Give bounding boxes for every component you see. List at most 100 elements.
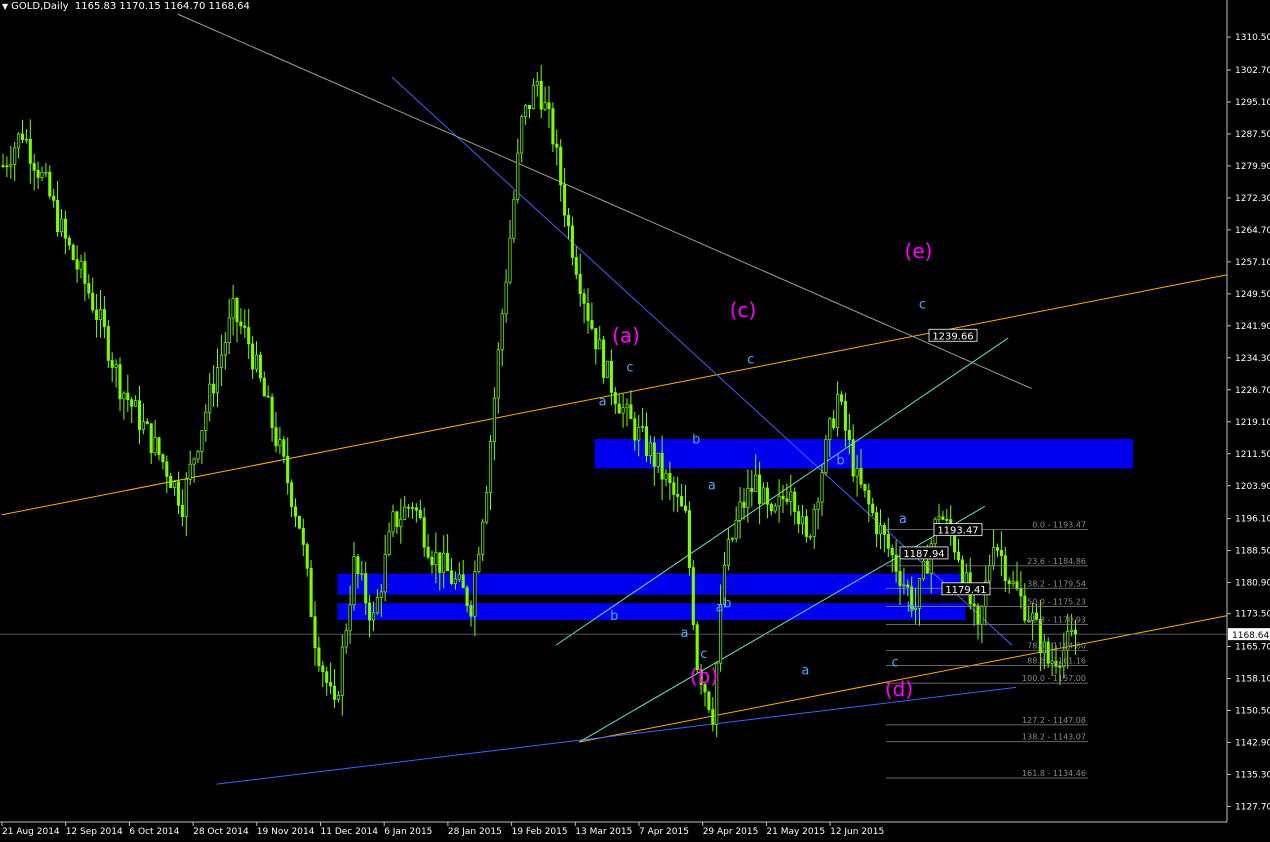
candle — [605, 360, 610, 378]
candle — [578, 253, 582, 307]
candle-body — [243, 325, 247, 328]
candle-body — [925, 560, 929, 574]
candle — [422, 507, 426, 557]
candle-body — [808, 536, 812, 538]
candle-body — [500, 313, 504, 351]
candle — [512, 190, 516, 243]
candle-body — [340, 646, 344, 696]
candle-body — [664, 473, 668, 480]
candle-body — [707, 691, 711, 710]
candle — [945, 508, 949, 525]
candle-body — [258, 354, 262, 379]
candle — [59, 209, 64, 237]
price-tick-label: 1196.10 — [1235, 515, 1270, 525]
candle-body — [680, 496, 684, 507]
candle — [1015, 561, 1019, 591]
candle — [71, 243, 75, 261]
candle — [87, 274, 91, 299]
candle-body — [79, 261, 83, 270]
candle-body — [656, 452, 660, 467]
candle-body — [165, 461, 169, 477]
candle — [839, 391, 844, 406]
candle — [851, 424, 855, 482]
time-tick-label: 7 Apr 2015 — [639, 827, 689, 837]
candle-body — [609, 360, 613, 393]
candle-body — [668, 473, 672, 484]
candle — [676, 476, 680, 513]
candle — [524, 103, 528, 126]
candle — [629, 389, 633, 420]
candle-body — [270, 396, 274, 428]
candle — [836, 381, 840, 437]
candle-body — [847, 429, 851, 441]
candle-body — [153, 437, 157, 454]
candle-body — [371, 612, 376, 621]
candle — [340, 634, 344, 716]
candle — [414, 503, 418, 523]
candle-body — [691, 567, 695, 626]
candle — [570, 216, 574, 266]
candle — [243, 309, 247, 339]
candle-body — [48, 171, 52, 197]
candle — [258, 351, 262, 383]
candle — [79, 254, 83, 279]
candle — [141, 403, 145, 435]
candle — [808, 533, 812, 541]
candle — [110, 352, 114, 382]
candle-body — [477, 553, 481, 573]
candle-body — [134, 400, 138, 407]
candle-body — [730, 538, 734, 540]
price-tick-label: 1302.70 — [1235, 66, 1270, 76]
candle-body — [438, 552, 442, 573]
time-tick-label: 12 Sep 2014 — [66, 827, 123, 837]
candle — [535, 72, 539, 97]
candle-body — [761, 487, 766, 504]
candle-body — [442, 552, 446, 573]
candle-body — [734, 519, 738, 539]
candle-body — [594, 328, 598, 350]
candle-body — [598, 339, 602, 350]
candle-body — [871, 503, 875, 514]
candle — [477, 546, 481, 574]
candle-body — [368, 602, 372, 621]
time-axis: 21 Aug 2014 12 Sep 2014 6 Oct 2014 28 Oct 2… — [0, 821, 1227, 837]
candle — [527, 104, 532, 119]
candle — [687, 501, 691, 576]
candle — [44, 162, 48, 178]
candle — [91, 277, 95, 313]
gold-daily-chart[interactable]: 0.0 - 1193.47 23.6 - 1184.86 38.2 - 1179.5… — [0, 0, 1270, 842]
minor-wave-label: a — [599, 394, 607, 409]
price-tick-label: 1287.50 — [1235, 130, 1270, 140]
candle — [286, 437, 290, 495]
candle-body — [602, 339, 606, 378]
callout-price: 1193.47 — [937, 526, 978, 537]
candle-body — [578, 274, 582, 295]
candle-body — [231, 298, 235, 319]
candle — [719, 584, 723, 672]
candle — [777, 479, 781, 523]
candle-body — [613, 392, 617, 405]
candle — [758, 461, 762, 525]
candle — [239, 308, 243, 335]
candle — [313, 601, 317, 666]
candle — [761, 482, 766, 505]
major-wave-label: (c) — [730, 298, 757, 322]
candle-body — [13, 147, 17, 165]
candle-body — [200, 430, 204, 452]
major-wave-label: (a) — [612, 323, 640, 347]
candle-body — [301, 527, 305, 545]
candle-body — [426, 546, 430, 558]
candle-body — [344, 630, 348, 648]
candle — [843, 392, 847, 448]
candle-body — [422, 517, 426, 548]
candle-body — [379, 591, 383, 598]
candle-body — [917, 578, 922, 609]
candle — [67, 235, 71, 250]
candle — [118, 357, 122, 412]
candle-body — [855, 468, 859, 477]
candle-body — [742, 501, 746, 508]
candle — [652, 436, 656, 486]
candle-body — [563, 184, 567, 216]
candle — [773, 503, 777, 514]
candle-body — [336, 694, 340, 700]
